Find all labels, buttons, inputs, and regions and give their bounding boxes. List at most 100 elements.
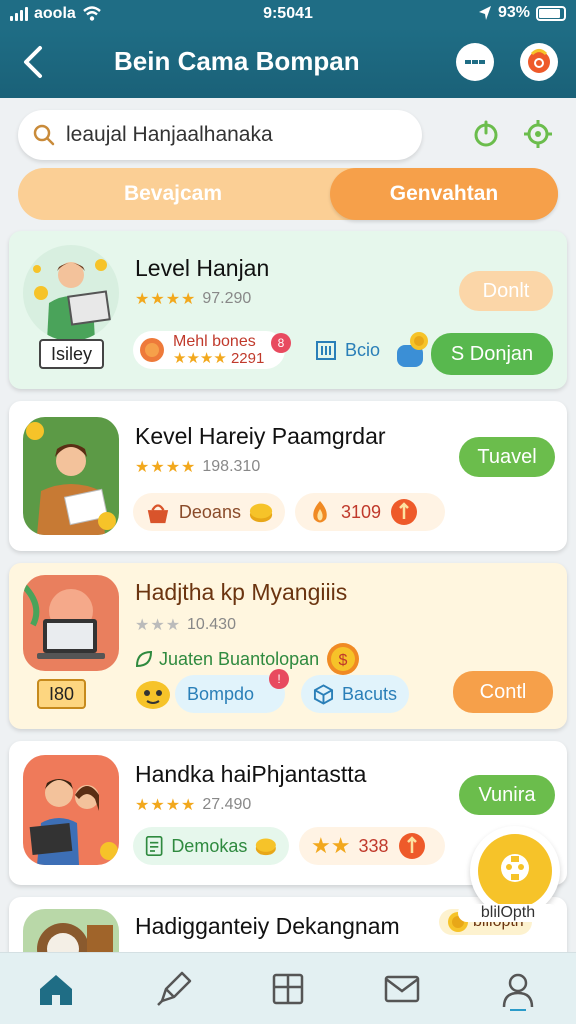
demokas-pill[interactable]: Demokas: [133, 827, 289, 865]
bacuts-label: Bacuts: [341, 683, 397, 704]
demokas-label: Demokas: [171, 835, 248, 856]
rating-value: 10.430: [187, 616, 236, 633]
coin-icon: [140, 338, 164, 362]
item-badge: I80: [37, 679, 87, 709]
svg-text:$: $: [339, 652, 348, 669]
list-item[interactable]: I80 Hadjtha kp Myangiiis ★★★ 10.430 Juate…: [9, 563, 567, 729]
status-bar: aoola 9:5041 93%: [0, 0, 576, 28]
bcio-label: Bcio: [345, 339, 381, 360]
floating-action-button[interactable]: blilOpth: [458, 826, 560, 922]
cube-icon: [313, 684, 334, 705]
subtitle-text: Juaten Buantolopan: [159, 648, 320, 669]
item-title: Hadigganteiy Dekangnam: [135, 913, 400, 939]
points-pill[interactable]: 3109: [295, 493, 445, 531]
donjan-button[interactable]: S Donjan: [431, 333, 553, 375]
battery-icon: [536, 5, 566, 21]
search-bar[interactable]: [18, 110, 422, 160]
tab-bevajcam[interactable]: Bevajcam: [18, 168, 328, 220]
bonus-value: 2291: [230, 350, 265, 367]
battery-percent: 93%: [497, 4, 530, 21]
bacuts-pill[interactable]: Bacuts: [301, 675, 409, 713]
student-illustration-icon: [26, 422, 116, 535]
item-rating: ★★★★ 198.310: [135, 457, 260, 477]
app-bar: Bein Cama Bompan: [0, 28, 576, 98]
score-value: 338: [358, 835, 389, 856]
tab-bar: Bevajcam Genvahtan: [18, 168, 558, 220]
couple-illustration-icon: [29, 779, 118, 865]
gold-coin-icon: [249, 503, 273, 523]
rating-value: 27.490: [202, 796, 252, 813]
laptop-illustration-icon: [23, 582, 105, 659]
bottom-navigation: [0, 952, 576, 1024]
reader-illustration-icon: [33, 259, 111, 341]
notification-badge-icon: [528, 49, 550, 73]
item-title: Handka haiPhjantastta: [135, 761, 367, 787]
profile-icon[interactable]: [496, 967, 540, 1011]
search-input[interactable]: [66, 119, 406, 151]
item-badge: Isiley: [39, 339, 105, 369]
flame-icon: [313, 501, 327, 523]
page-title: Bein Cama Bompan: [114, 46, 360, 76]
tab-genvahtan[interactable]: Genvahtan: [330, 168, 558, 220]
fab-label: blilOpth: [458, 904, 558, 922]
gold-coin-icon: [256, 838, 277, 856]
score-pill[interactable]: ★★ 338: [299, 827, 445, 865]
rating-value: 97.290: [202, 290, 252, 307]
bonus-pill[interactable]: Mehl bones ★★★★ 2291 8: [133, 331, 291, 369]
vunira-button[interactable]: Vunira: [459, 775, 555, 815]
item-rating: ★★★ 10.430: [135, 615, 236, 635]
star-rating-icon: ★★★: [135, 617, 182, 634]
deoans-pill[interactable]: Deoans: [133, 493, 285, 531]
document-icon: [145, 836, 163, 856]
item-title: Kevel Hareiy Paamgrdar: [135, 423, 386, 449]
power-icon[interactable]: [470, 118, 502, 150]
item-thumbnail: [23, 755, 119, 865]
contl-button[interactable]: Contl: [453, 671, 553, 713]
item-rating: ★★★★ 97.290: [135, 289, 251, 309]
fire-badge-icon: [398, 833, 425, 859]
mascot-icon: [136, 681, 170, 709]
list-item[interactable]: Kevel Hareiy Paamgrdar ★★★★ 198.310 Deoan…: [9, 401, 567, 551]
points-value: 3109: [341, 501, 382, 522]
item-title: Level Hanjan: [135, 255, 270, 281]
fire-badge-icon: [391, 499, 418, 525]
alert-dot-icon: 8: [271, 333, 291, 353]
fab-inner: [478, 834, 552, 908]
star-icon: ★★★★: [173, 350, 227, 367]
more-options-button[interactable]: [456, 43, 494, 81]
star-rating-icon: ★★★★: [135, 459, 197, 476]
rating-value: 198.310: [202, 458, 261, 475]
grid-icon[interactable]: [266, 967, 310, 1011]
leaf-icon: [135, 650, 153, 668]
item-subtitle: Juaten Buantolopan $: [135, 641, 361, 677]
home-icon[interactable]: [34, 967, 78, 1011]
dollar-coin-icon: $: [327, 643, 360, 675]
basket-icon: [147, 504, 169, 524]
alert-dot-icon: !: [269, 669, 289, 689]
chat-bubble-icon: [501, 854, 529, 882]
back-arrow-icon[interactable]: [16, 42, 52, 82]
building-icon: [316, 341, 336, 360]
location-icon: [478, 6, 491, 20]
item-thumbnail: [23, 245, 119, 341]
list-item[interactable]: Isiley Level Hanjan ★★★★ 97.290 Mehl bone…: [9, 231, 567, 389]
bompdo-pill[interactable]: Bompdo !: [175, 669, 289, 713]
deoans-label: Deoans: [178, 501, 241, 522]
donlt-button[interactable]: Donlt: [459, 271, 553, 311]
search-icon: [33, 124, 55, 146]
star-icon: ★★: [311, 833, 351, 858]
item-rating: ★★★★ 27.490: [135, 795, 251, 815]
item-thumbnail: [23, 575, 119, 671]
pen-icon[interactable]: [152, 967, 196, 1011]
coin-stack-icon: [397, 332, 428, 367]
bcio-pill[interactable]: Bcio: [303, 331, 392, 369]
mail-icon[interactable]: [380, 967, 424, 1011]
more-icon: [465, 60, 485, 64]
tuavel-button[interactable]: Tuavel: [459, 437, 555, 477]
notification-button[interactable]: [520, 43, 558, 81]
target-icon[interactable]: [522, 118, 554, 150]
star-rating-icon: ★★★★: [135, 291, 197, 308]
bonus-label: Mehl bones: [173, 333, 256, 350]
item-title: Hadjtha kp Myangiiis: [135, 579, 348, 605]
item-thumbnail: [23, 417, 119, 535]
